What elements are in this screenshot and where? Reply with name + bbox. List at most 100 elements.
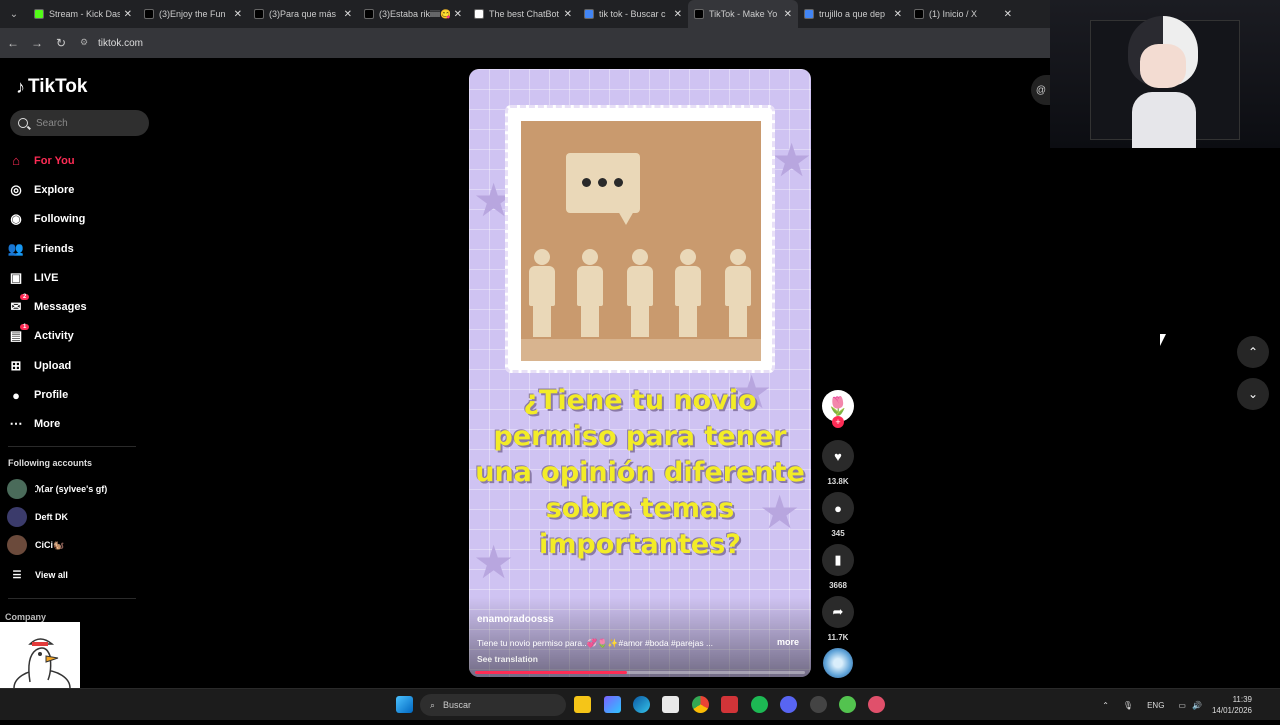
forward-icon[interactable]: → <box>26 36 48 50</box>
obs-icon[interactable] <box>810 696 827 713</box>
main-nav: ⌂ For You ◎ Explore ◉ Following 👥 Friends ▣ LIVE ✉… <box>6 146 156 439</box>
search-input[interactable]: Search <box>10 110 149 136</box>
app-icon[interactable] <box>868 696 885 713</box>
creator-avatar[interactable]: 🌷 + <box>822 390 854 428</box>
nav-item-live[interactable]: ▣ LIVE <box>6 263 156 292</box>
tab-title: (3)Para que más <box>269 9 337 19</box>
company-link[interactable]: Company <box>5 612 46 622</box>
activity-icon: ▤ <box>9 328 23 344</box>
nav-item-messages[interactable]: ✉ Messages 2 <box>6 292 156 321</box>
music-disc-icon[interactable] <box>823 648 853 678</box>
nav-item-for-you[interactable]: ⌂ For You <box>6 146 156 175</box>
clock[interactable]: 11:39 14/01/2026 <box>1212 694 1252 716</box>
browser-tab[interactable]: (3)Para que más ✕ <box>248 0 358 28</box>
following-account[interactable]: ℳar (sylvee's gf) <box>7 478 157 500</box>
chevron-down-icon: ⌄ <box>1247 387 1259 401</box>
clock-date: 14/01/2026 <box>1211 706 1252 715</box>
discord-icon[interactable] <box>780 696 797 713</box>
compass-icon: ◎ <box>10 181 22 197</box>
save-count: 3668 <box>829 581 847 590</box>
site-info-icon[interactable]: ⚙ <box>80 37 92 49</box>
list-icon: ☰ <box>12 569 22 581</box>
show-hidden-icons[interactable]: ⌃ <box>1102 701 1109 710</box>
video-username[interactable]: enamoradoosss <box>477 614 554 625</box>
network-icon[interactable]: ▭ <box>1178 701 1186 710</box>
browser-tab[interactable]: (3)Enjoy the Fun ✕ <box>138 0 248 28</box>
nav-item-activity[interactable]: ▤ Activity 1 <box>6 322 156 351</box>
tiktok-icon <box>254 9 264 19</box>
browser-tab[interactable]: TikTok - Make Yo ✕ <box>688 0 798 28</box>
system-tray: ⌃ 🎙 ENG ▭ 🔊 11:39 14/01/2026 <box>1102 689 1280 721</box>
video-player[interactable]: ★ ★ ★ ★ ★ ¿Tiene tu novio permiso para t… <box>469 69 811 677</box>
taskbar-search[interactable]: ⌕ Buscar <box>420 694 566 716</box>
windows-start-icon[interactable] <box>396 696 413 713</box>
like-button[interactable]: ♥ 13.8K <box>822 440 854 486</box>
close-icon[interactable]: ✕ <box>784 9 792 20</box>
close-icon[interactable]: ✕ <box>344 9 352 20</box>
tab-title: trujillo a que dep <box>819 9 886 19</box>
view-all-link[interactable]: ☰ View all <box>7 564 157 586</box>
browser-tab[interactable]: trujillo a que dep ✕ <box>798 0 908 28</box>
follow-plus-icon[interactable]: + <box>832 416 844 428</box>
following-account[interactable]: Deft DK <box>7 506 157 528</box>
divider <box>8 598 136 599</box>
url-field[interactable]: ⚙ tiktok.com <box>80 37 143 49</box>
chrome-icon[interactable] <box>692 696 709 713</box>
close-icon[interactable]: ✕ <box>894 9 902 20</box>
next-video-button[interactable]: ⌄ <box>1237 378 1269 410</box>
browser-tab[interactable]: (3)Estaba rikiiiii😋 ✕ <box>358 0 468 28</box>
following-account[interactable]: CiCi🐿️ <box>7 534 157 556</box>
browser-tab[interactable]: The best ChatBot ✕ <box>468 0 578 28</box>
save-button[interactable]: ▮ 3668 <box>822 544 854 590</box>
sidebar: ♪ TikTok Search ⌂ For You ◎ Explore ◉ Followi… <box>0 58 160 688</box>
nav-item-upload[interactable]: ⊞ Upload <box>6 351 156 380</box>
copilot-icon[interactable] <box>604 696 621 713</box>
nav-item-profile[interactable]: ● Profile <box>6 380 156 409</box>
close-icon[interactable]: ✕ <box>234 9 242 20</box>
share-button[interactable]: ➦ 11.7K <box>822 596 854 642</box>
volume-icon[interactable]: 🔊 <box>1192 701 1202 710</box>
get-app-button[interactable]: @ <box>1031 75 1051 105</box>
wooden-figures-photo <box>521 121 761 361</box>
back-icon[interactable]: ← <box>2 36 24 50</box>
close-icon[interactable]: ✕ <box>454 9 462 20</box>
browser-tab[interactable]: (1) Inicio / X ✕ <box>908 0 1018 28</box>
reload-icon[interactable]: ↻ <box>50 36 72 50</box>
divider <box>8 446 136 447</box>
close-icon[interactable]: ✕ <box>1004 9 1012 20</box>
file-explorer-icon[interactable] <box>574 696 591 713</box>
nav-item-following[interactable]: ◉ Following <box>6 205 156 234</box>
previous-video-button[interactable]: ⌃ <box>1237 336 1269 368</box>
app-icon[interactable] <box>721 696 738 713</box>
messages-icon: ✉ <box>10 299 22 315</box>
browser-tab[interactable]: tik tok - Buscar c ✕ <box>578 0 688 28</box>
see-translation-link[interactable]: See translation <box>477 654 538 664</box>
following-accounts-title: Following accounts <box>8 458 93 468</box>
nav-item-more[interactable]: ⋯ More <box>6 410 156 439</box>
browser-tab[interactable]: Stream - Kick Das ✕ <box>28 0 138 28</box>
microphone-icon[interactable]: 🎙 <box>1123 701 1133 710</box>
following-avatar-icon: ◉ <box>10 211 22 227</box>
close-icon[interactable]: ✕ <box>124 9 132 20</box>
spotify-icon[interactable] <box>751 696 768 713</box>
nav-item-explore[interactable]: ◎ Explore <box>6 175 156 204</box>
nav-label: Following <box>34 213 86 226</box>
tab-search-button[interactable]: ⌄ <box>3 3 25 25</box>
avatar <box>7 535 27 555</box>
edge-icon[interactable] <box>633 696 650 713</box>
tiktok-logo[interactable]: ♪ TikTok <box>16 76 87 98</box>
comment-button[interactable]: ● 345 <box>822 492 854 538</box>
tiktok-icon <box>364 9 374 19</box>
account-name: Deft DK <box>35 512 68 522</box>
close-icon[interactable]: ✕ <box>674 9 682 20</box>
store-icon[interactable] <box>662 696 679 713</box>
video-progress-bar[interactable] <box>475 671 805 674</box>
app-icon[interactable] <box>839 696 856 713</box>
more-link[interactable]: more <box>777 637 799 647</box>
nav-item-friends[interactable]: 👥 Friends <box>6 234 156 263</box>
language-indicator[interactable]: ENG <box>1147 701 1164 710</box>
tulip-avatar-icon: 🌷 <box>826 395 850 416</box>
taskbar: ⌕ Buscar ⌃ 🎙 ENG ▭ 🔊 11:39 14/01/2026 <box>0 688 1280 720</box>
close-icon[interactable]: ✕ <box>564 9 572 20</box>
kick-icon <box>34 9 44 19</box>
